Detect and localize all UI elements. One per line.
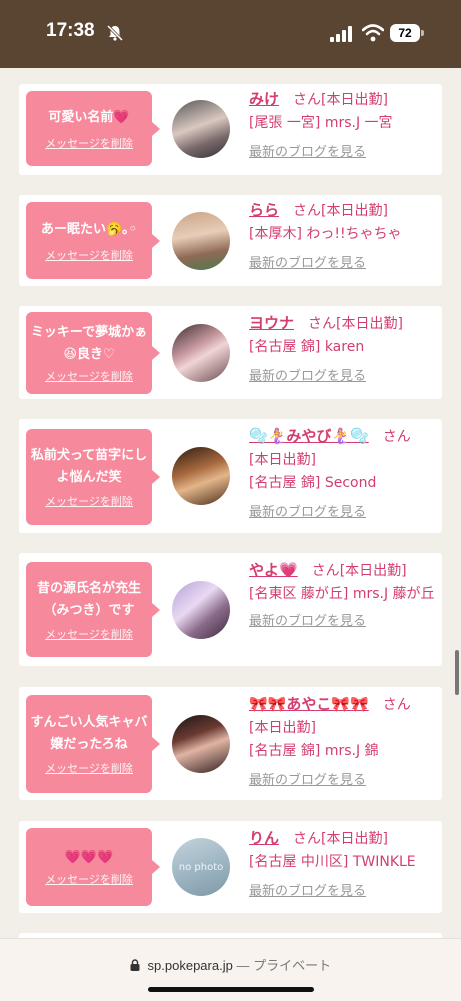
- blog-link[interactable]: 最新のブログを見る: [249, 614, 366, 629]
- delete-message-link[interactable]: メッセージを削除: [45, 760, 133, 776]
- battery-indicator: 72: [390, 24, 420, 42]
- message-text: あー眠たい🥱｡◦: [41, 221, 137, 237]
- attendance: [本日出勤]: [321, 92, 388, 108]
- attendance: [本日出勤]: [339, 563, 407, 579]
- list-item: あー眠たい🥱｡◦ メッセージを削除 らら さん[本日出勤] [本厚木] わっ!!ち…: [19, 195, 442, 286]
- avatar[interactable]: [172, 212, 230, 270]
- cast-name-link[interactable]: みけ: [249, 90, 279, 108]
- cast-name-link[interactable]: 🎀🎀あやこ🎀🎀: [249, 695, 369, 713]
- shop-info: [名古屋 中川区] TWINKLE: [249, 854, 416, 870]
- attendance: [本日出勤]: [249, 452, 316, 468]
- blog-link[interactable]: 最新のブログを見る: [249, 145, 366, 160]
- message-bubble: 可愛い名前💗 メッセージを削除: [26, 91, 160, 166]
- message-text: すんごい人気キャバ嬢だったろね: [30, 715, 148, 752]
- avatar[interactable]: [172, 715, 230, 773]
- battery-tip: [421, 30, 424, 36]
- scrollbar[interactable]: [455, 650, 459, 695]
- avatar[interactable]: [172, 100, 230, 158]
- honorific: さん: [293, 203, 322, 219]
- blog-link[interactable]: 最新のブログを見る: [249, 884, 366, 899]
- delete-message-link[interactable]: メッセージを削除: [45, 368, 133, 384]
- list-item: 私前犬って苗字にしよ悩んだ笑 メッセージを削除 🫧🧜‍♀️みやび🧜‍♀️🫧 さん …: [19, 419, 442, 533]
- address-bar[interactable]: sp.pokepara.jp — プライベート: [0, 955, 461, 974]
- blog-link[interactable]: 最新のブログを見る: [249, 369, 366, 384]
- list-item: 昔の源氏名が充生（みつき）です メッセージを削除 やよ💗 さん[本日出勤] [名東…: [19, 553, 442, 666]
- honorific: さん: [308, 316, 337, 332]
- delete-message-link[interactable]: メッセージを削除: [45, 871, 133, 887]
- honorific: さん: [293, 92, 322, 108]
- honorific: さん: [293, 831, 322, 847]
- cast-info: らら さん[本日出勤] [本厚木] わっ!!ちゃちゃ 最新のブログを見る: [249, 199, 439, 275]
- avatar[interactable]: [172, 581, 230, 639]
- attendance: [本日出勤]: [249, 720, 316, 736]
- avatar[interactable]: [172, 324, 230, 382]
- attendance: [本日出勤]: [321, 203, 388, 219]
- message-text: 私前犬って苗字にしよ悩んだ笑: [30, 448, 148, 485]
- honorific: さん: [311, 563, 340, 579]
- lock-icon: [130, 959, 140, 971]
- message-text: 昔の源氏名が充生（みつき）です: [36, 580, 141, 618]
- honorific: さん: [382, 697, 411, 713]
- cast-name-link[interactable]: らら: [249, 201, 279, 219]
- battery-level: 72: [398, 26, 412, 40]
- home-indicator[interactable]: [148, 987, 314, 992]
- message-bubble: すんごい人気キャバ嬢だったろね メッセージを削除: [26, 695, 160, 793]
- shop-info: [名古屋 錦] mrs.J 錦: [249, 743, 379, 759]
- avatar[interactable]: [172, 447, 230, 505]
- list-item: 💗💗💗 メッセージを削除 no photo りん さん[本日出勤] [名古屋 中川…: [19, 821, 442, 913]
- delete-message-link[interactable]: メッセージを削除: [45, 135, 133, 151]
- message-bubble: 昔の源氏名が充生（みつき）です メッセージを削除: [26, 562, 160, 657]
- wifi-icon: [362, 24, 384, 42]
- status-bar: 17:38 72: [0, 0, 461, 68]
- cast-name-link[interactable]: ヨウナ: [249, 314, 294, 332]
- cast-info: みけ さん[本日出勤] [尾張 一宮] mrs.J 一宮 最新のブログを見る: [249, 88, 439, 164]
- shop-info: [名古屋 錦] Second: [249, 475, 377, 491]
- delete-message-link[interactable]: メッセージを削除: [45, 493, 133, 509]
- message-bubble: 💗💗💗 メッセージを削除: [26, 828, 160, 906]
- attendance: [本日出勤]: [321, 831, 388, 847]
- blog-link[interactable]: 最新のブログを見る: [249, 505, 366, 520]
- list-item: ミッキーで夢城かぁ😆良き♡ メッセージを削除 ヨウナ さん[本日出勤] [名古屋 …: [19, 306, 442, 399]
- cast-info: 🎀🎀あやこ🎀🎀 さん [本日出勤] [名古屋 錦] mrs.J 錦 最新のブログを…: [249, 693, 439, 792]
- status-time: 17:38: [46, 20, 95, 41]
- cast-info: やよ💗 さん[本日出勤] [名東区 藤が丘] mrs.J 藤が丘 最新のブログを見…: [249, 559, 439, 633]
- cast-name-link[interactable]: やよ💗: [249, 561, 298, 579]
- cast-info: りん さん[本日出勤] [名古屋 中川区] TWINKLE 最新のブログを見る: [249, 827, 439, 903]
- blog-link[interactable]: 最新のブログを見る: [249, 773, 366, 788]
- cast-name-link[interactable]: りん: [249, 829, 279, 847]
- message-text: 可愛い名前💗: [48, 109, 130, 125]
- delete-message-link[interactable]: メッセージを削除: [45, 247, 133, 263]
- url-separator: —: [236, 958, 250, 973]
- message-bubble: あー眠たい🥱｡◦ メッセージを削除: [26, 202, 160, 279]
- shop-info: [名古屋 錦] karen: [249, 339, 365, 355]
- message-bubble: ミッキーで夢城かぁ😆良き♡ メッセージを削除: [26, 312, 160, 394]
- message-text: ミッキーで夢城かぁ😆良き♡: [30, 325, 148, 362]
- message-text: 💗💗💗: [64, 850, 114, 865]
- shop-info: [名東区 藤が丘] mrs.J 藤が丘: [249, 586, 435, 602]
- list-item: 可愛い名前💗 メッセージを削除 みけ さん[本日出勤] [尾張 一宮] mrs.J…: [19, 84, 442, 175]
- message-bubble: 私前犬って苗字にしよ悩んだ笑 メッセージを削除: [26, 429, 160, 525]
- private-mode-label: プライベート: [253, 958, 332, 973]
- no-photo-text: no photo: [178, 861, 224, 873]
- blog-link[interactable]: 最新のブログを見る: [249, 256, 366, 271]
- browser-bottom-bar: sp.pokepara.jp — プライベート: [0, 938, 461, 1001]
- attendance: [本日出勤]: [336, 316, 403, 332]
- bell-slash-icon: [106, 24, 124, 42]
- cast-name-link[interactable]: 🫧🧜‍♀️みやび🧜‍♀️🫧: [249, 427, 369, 445]
- honorific: さん: [382, 429, 411, 445]
- shop-info: [尾張 一宮] mrs.J 一宮: [249, 115, 393, 131]
- shop-info: [本厚木] わっ!!ちゃちゃ: [249, 226, 402, 242]
- delete-message-link[interactable]: メッセージを削除: [45, 626, 133, 642]
- cast-info: 🫧🧜‍♀️みやび🧜‍♀️🫧 さん [本日出勤] [名古屋 錦] Second 最新…: [249, 425, 439, 524]
- url-domain: sp.pokepara.jp: [147, 958, 233, 973]
- signal-icon: [330, 26, 352, 42]
- cast-info: ヨウナ さん[本日出勤] [名古屋 錦] karen 最新のブログを見る: [249, 312, 439, 388]
- avatar[interactable]: no photo: [172, 838, 230, 896]
- list-item: すんごい人気キャバ嬢だったろね メッセージを削除 🎀🎀あやこ🎀🎀 さん [本日出勤…: [19, 687, 442, 800]
